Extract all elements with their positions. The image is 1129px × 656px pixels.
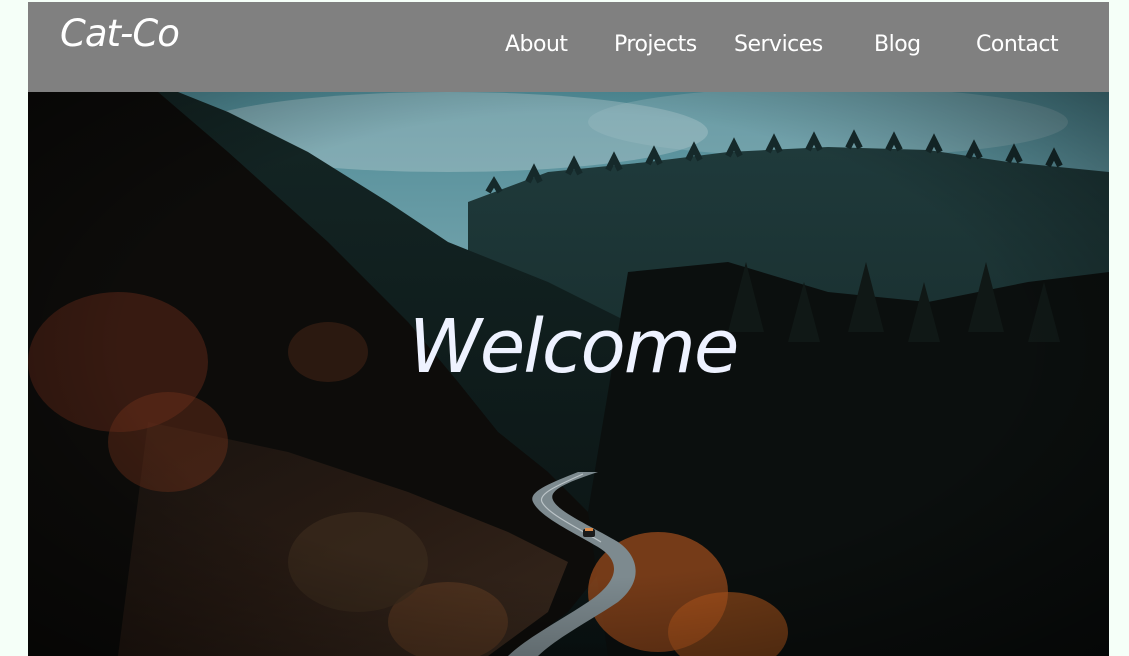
hero-title: Welcome (408, 304, 740, 390)
nav-link-about[interactable]: About (505, 32, 568, 57)
nav-link-blog[interactable]: Blog (874, 32, 921, 57)
nav-link-services[interactable]: Services (734, 32, 823, 57)
navbar: Cat-Co About Projects Services Blog Cont… (28, 2, 1109, 92)
page: Cat-Co About Projects Services Blog Cont… (28, 2, 1109, 656)
hero-section: Welcome (28, 92, 1109, 656)
nav-link-projects[interactable]: Projects (614, 32, 697, 57)
brand-logo[interactable]: Cat-Co (60, 12, 180, 55)
nav-link-contact[interactable]: Contact (976, 32, 1059, 57)
